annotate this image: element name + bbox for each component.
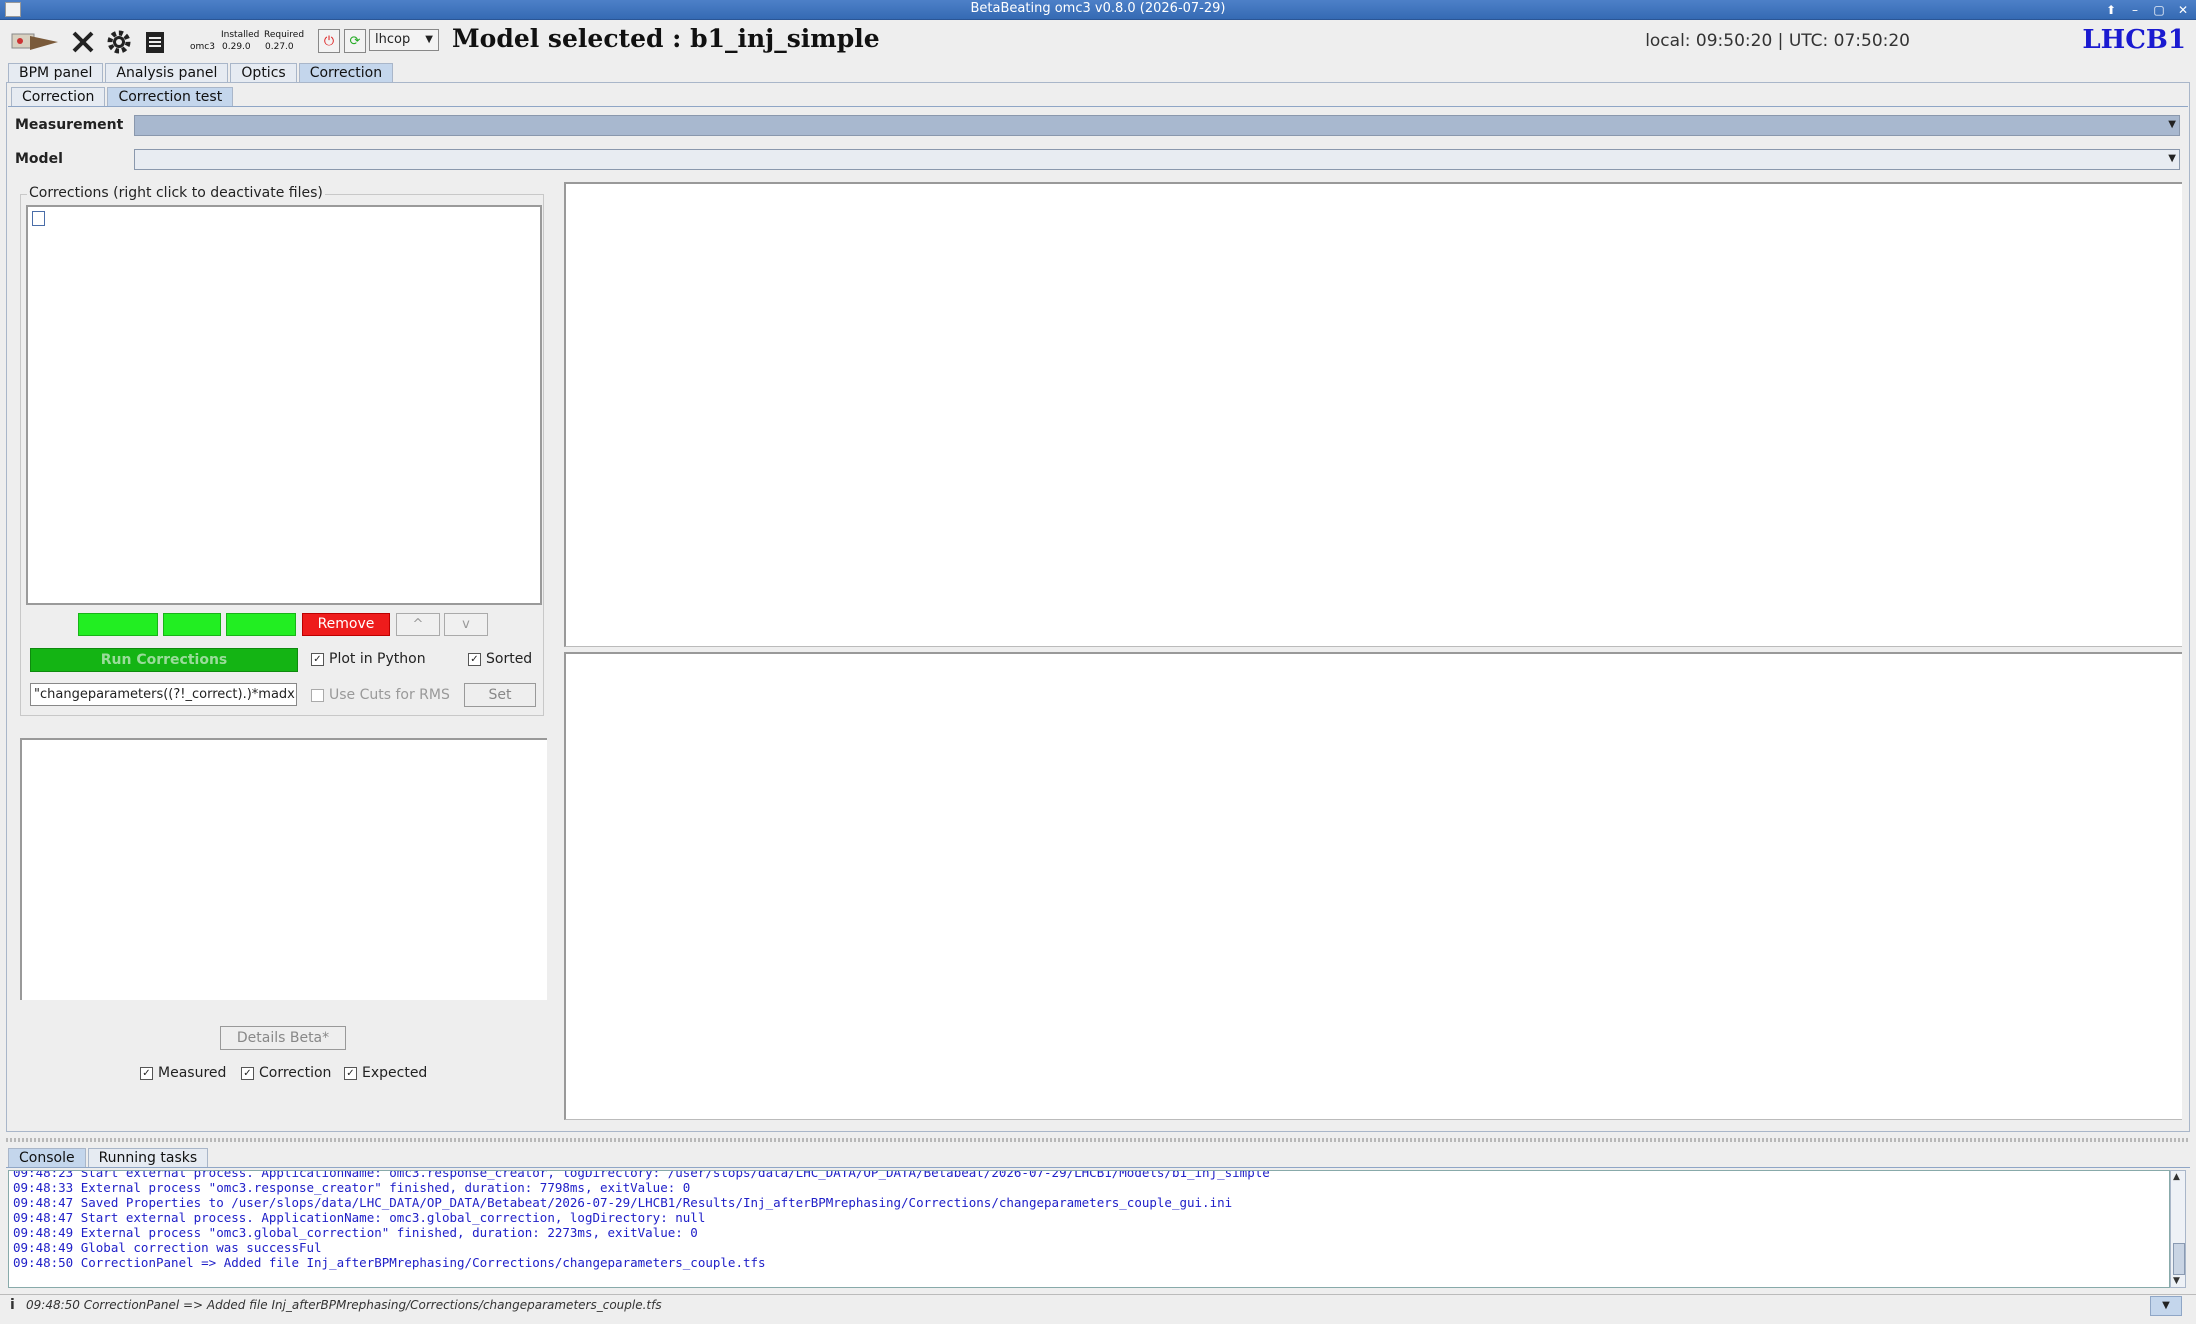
sub-tab-bar: Correction Correction test	[11, 87, 235, 107]
checkbox-icon: ✓	[468, 652, 481, 666]
measured-label: Measured	[158, 1065, 227, 1081]
measurement-label: Measurement	[15, 117, 124, 133]
plot-area-bottom[interactable]	[564, 652, 2182, 1120]
gear-icon[interactable]	[102, 26, 136, 58]
required-label: Required	[264, 30, 305, 40]
mode-select[interactable]: lhcop ▼	[369, 29, 439, 51]
tab-console[interactable]: Console	[8, 1148, 86, 1168]
main-tab-bar: BPM panel Analysis panel Optics Correcti…	[8, 63, 395, 83]
console-line: 09:48:23 Start external process. Applica…	[13, 1170, 1270, 1180]
checkbox-icon: ✓	[140, 1066, 153, 1080]
status-message: 09:48:50 CorrectionPanel => Added file I…	[26, 1298, 662, 1312]
sorted-label: Sorted	[486, 651, 533, 667]
window-titlebar: BetaBeating omc3 v0.8.0 (2026-07-29) ⬆ –…	[0, 0, 2196, 20]
corrections-group-title: Corrections (right click to deactivate f…	[27, 185, 325, 201]
file-action-button-3[interactable]	[226, 613, 296, 636]
console-line: 09:48:47 Saved Properties to /user/slops…	[13, 1195, 1233, 1210]
window-up-button[interactable]: ⬆	[2104, 2, 2118, 18]
remove-button[interactable]: Remove	[302, 613, 390, 636]
installed-version: 0.29.0	[222, 42, 251, 52]
move-down-button[interactable]: v	[444, 613, 488, 636]
tab-running-tasks[interactable]: Running tasks	[87, 1148, 209, 1168]
use-cuts-checkbox[interactable]: Use Cuts for RMS	[311, 687, 450, 703]
plot-area-top[interactable]	[564, 182, 2182, 647]
tab-correction[interactable]: Correction	[298, 63, 394, 83]
stop-icon[interactable]: ⏻	[318, 29, 340, 53]
plot-in-python-label: Plot in Python	[329, 651, 426, 667]
scroll-down-icon[interactable]: ▼	[2173, 1276, 2180, 1286]
file-action-button-2[interactable]	[163, 613, 221, 636]
window-minimize-button[interactable]: –	[2128, 2, 2142, 18]
checkbox-icon: ✓	[241, 1066, 254, 1080]
use-cuts-label: Use Cuts for RMS	[329, 687, 450, 703]
console-line: 09:48:49 External process "omc3.global_c…	[13, 1225, 698, 1240]
console-scrollbar[interactable]: ▲ ▼	[2170, 1170, 2186, 1288]
refresh-icon[interactable]: ⟳	[344, 29, 366, 53]
checkbox-icon: ✓	[311, 652, 324, 666]
status-bar: i 09:48:50 CorrectionPanel => Added file…	[0, 1294, 2196, 1316]
measurement-select[interactable]: ▼	[134, 115, 2180, 136]
console-line: 09:48:33 External process "omc3.response…	[13, 1180, 691, 1195]
installed-label: Installed	[221, 30, 260, 40]
checkbox-icon	[311, 688, 324, 702]
run-corrections-button[interactable]: Run Corrections	[30, 648, 298, 672]
console-line: 09:48:49 Global correction was successFu…	[13, 1240, 322, 1255]
chevron-down-icon: ▼	[425, 34, 433, 45]
file-action-button-1[interactable]	[78, 613, 158, 636]
tab-bpm-panel[interactable]: BPM panel	[8, 63, 104, 83]
info-icon: i	[10, 1297, 15, 1313]
model-label: Model	[15, 151, 63, 167]
checkbox-icon: ✓	[344, 1066, 357, 1080]
correction-label: Correction	[259, 1065, 332, 1081]
scroll-up-icon[interactable]: ▲	[2173, 1172, 2180, 1182]
window-maximize-button[interactable]: ▢	[2152, 2, 2166, 18]
window-title: BetaBeating omc3 v0.8.0 (2026-07-29)	[970, 1, 1226, 16]
bottom-tab-bar: Console Running tasks	[8, 1148, 210, 1168]
tools-icon[interactable]	[66, 26, 100, 58]
corrections-file-list[interactable]	[26, 205, 542, 605]
plot-in-python-checkbox[interactable]: ✓ Plot in Python	[311, 651, 426, 667]
tab-correction-sub[interactable]: Correction	[11, 87, 106, 107]
expected-checkbox[interactable]: ✓ Expected	[344, 1065, 427, 1081]
clock-display: local: 09:50:20 | UTC: 07:50:20	[1645, 31, 1910, 51]
omc3-label: omc3	[190, 42, 215, 52]
correction-checkbox[interactable]: ✓ Correction	[241, 1065, 331, 1081]
tab-correction-test[interactable]: Correction test	[107, 87, 234, 107]
logo-icon[interactable]	[8, 26, 64, 58]
model-title: Model selected : b1_inj_simple	[452, 24, 880, 53]
scroll-thumb[interactable]	[2173, 1243, 2185, 1275]
machine-label: LHCB1	[2082, 25, 2186, 55]
measured-checkbox[interactable]: ✓ Measured	[140, 1065, 226, 1081]
file-filter-input[interactable]: "changeparameters((?!_correct).)*madx$"	[30, 683, 297, 706]
required-version: 0.27.0	[265, 42, 294, 52]
toolbar: omc3 Installed 0.29.0 Required 0.27.0 ⏻ …	[0, 20, 2196, 62]
rms-panel	[20, 738, 547, 1000]
file-icon	[32, 211, 45, 226]
mode-select-value: lhcop	[375, 32, 411, 47]
model-select[interactable]: ▼	[134, 149, 2180, 170]
details-beta-button[interactable]: Details Beta*	[220, 1026, 346, 1050]
window-close-button[interactable]: ✕	[2176, 2, 2190, 18]
console-line: 09:48:47 Start external process. Applica…	[13, 1210, 706, 1225]
console-line: 09:48:50 CorrectionPanel => Added file I…	[13, 1255, 766, 1270]
chevron-down-icon: ▼	[2168, 119, 2176, 130]
sorted-checkbox[interactable]: ✓ Sorted	[468, 651, 532, 667]
status-dropdown-button[interactable]: ▼	[2150, 1296, 2182, 1316]
tab-analysis-panel[interactable]: Analysis panel	[105, 63, 229, 83]
notepad-icon[interactable]	[138, 26, 172, 58]
set-button[interactable]: Set	[464, 683, 536, 707]
console-log[interactable]: 09:48:23 Start external process. Applica…	[8, 1170, 2170, 1288]
expected-label: Expected	[362, 1065, 428, 1081]
bottom-tab-divider	[6, 1167, 2190, 1168]
chevron-down-icon: ▼	[2168, 153, 2176, 164]
move-up-button[interactable]: ^	[396, 613, 440, 636]
split-pane-divider[interactable]	[6, 1138, 2190, 1142]
sub-tab-divider	[8, 106, 2188, 107]
tab-optics[interactable]: Optics	[230, 63, 297, 83]
